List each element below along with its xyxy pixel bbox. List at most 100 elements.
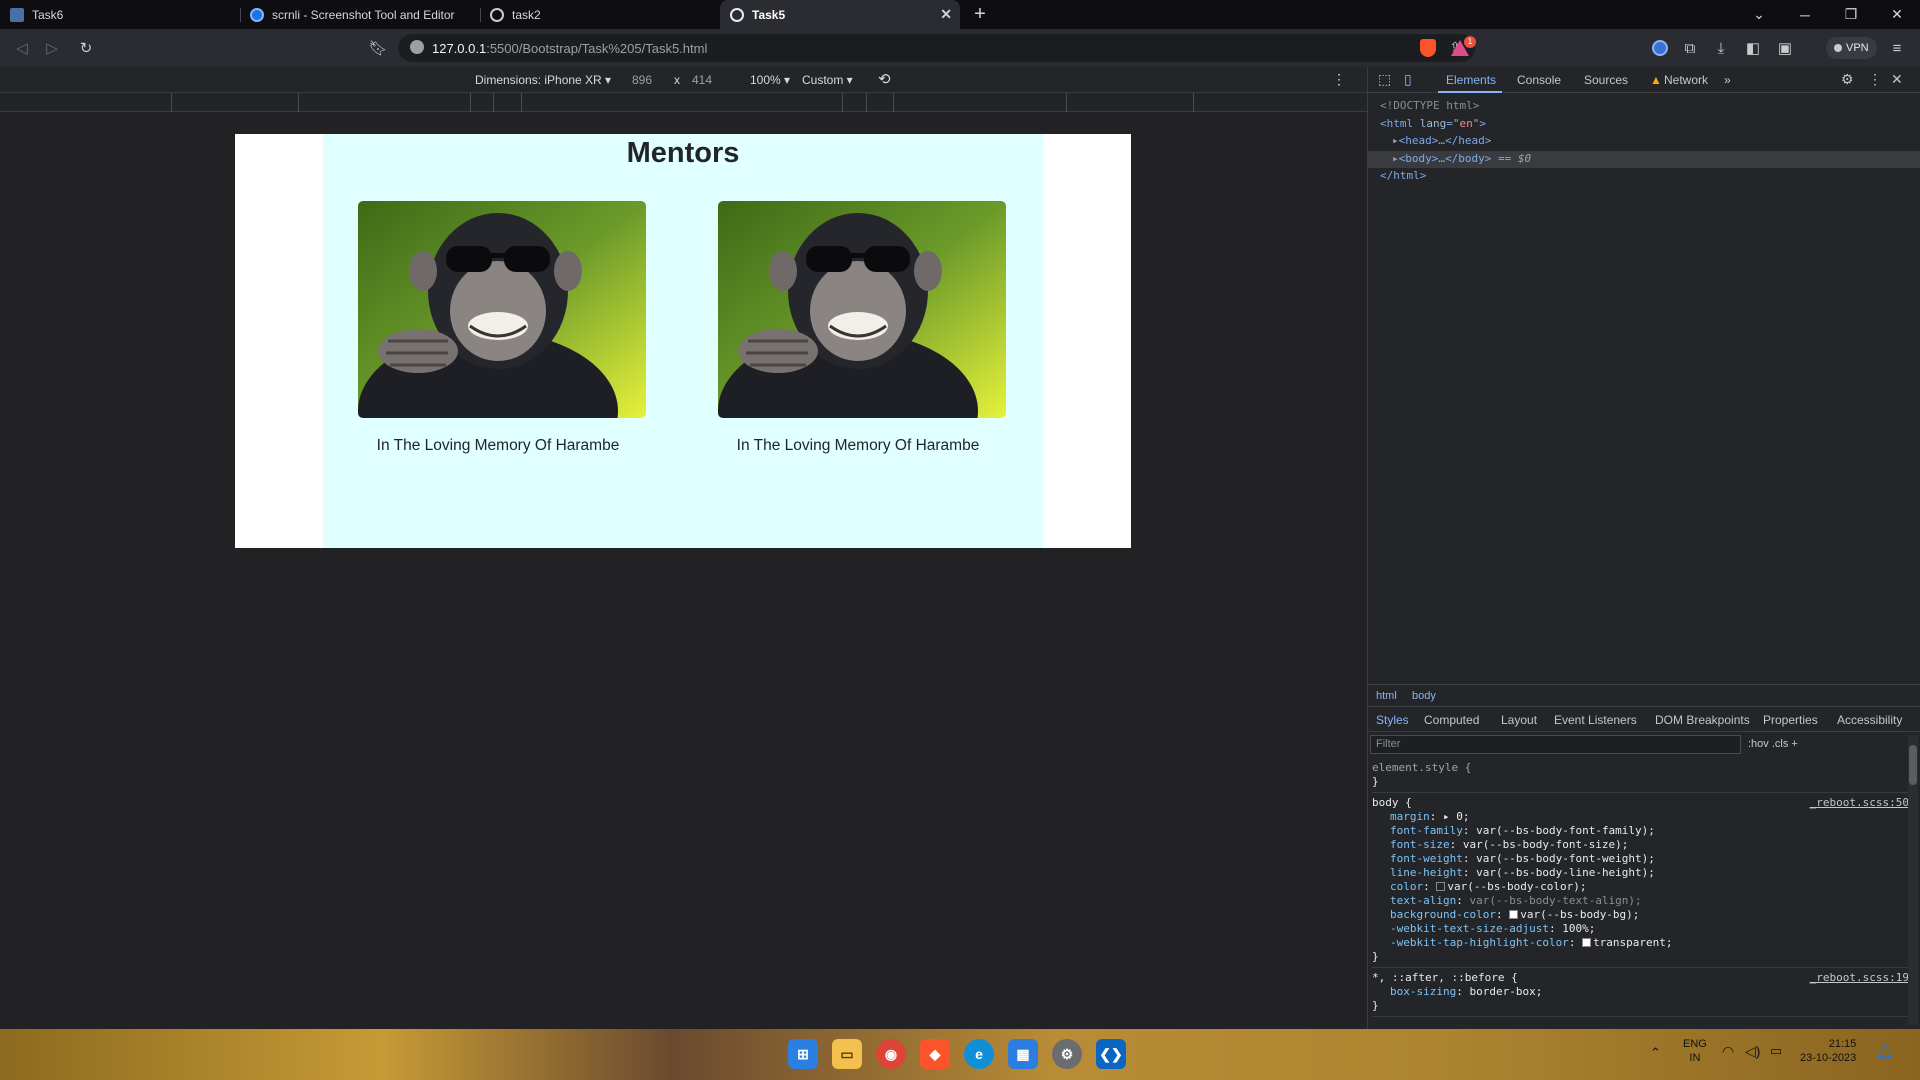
tab-network[interactable]: Network: [1664, 73, 1708, 87]
color-swatch[interactable]: [1582, 938, 1592, 947]
battery-icon[interactable]: ▭: [1770, 1043, 1782, 1059]
universal-rule: *, ::after, ::before { _reboot.scss:19 b…: [1372, 971, 1917, 1017]
tab-styles[interactable]: Styles: [1376, 713, 1409, 727]
viewport-width-input[interactable]: 896: [632, 73, 652, 87]
more-options-icon[interactable]: ⋮: [1332, 71, 1346, 88]
chrome-icon[interactable]: ◉: [876, 1039, 906, 1069]
dom-tree: <!DOCTYPE html> <html lang="en"> ▸<head>…: [1368, 97, 1920, 185]
device-toggle-icon[interactable]: ▯: [1404, 71, 1412, 88]
address-bar[interactable]: 127.0.0.1:5500/Bootstrap/Task%205/Task5.…: [398, 34, 1475, 62]
expand-arrow-icon: ▸: [1392, 134, 1399, 147]
rotate-icon[interactable]: ⟲: [878, 70, 891, 88]
more-tabs-icon[interactable]: »: [1724, 73, 1731, 87]
viewport-area: Mentors In The Loving Memory Of Harambe …: [0, 112, 1367, 1029]
mentor-card: In The Loving Memory Of Harambe: [718, 201, 1006, 455]
back-icon[interactable]: ◁: [12, 38, 32, 58]
devtools-menu-icon[interactable]: ⋮: [1868, 71, 1882, 88]
edge-icon[interactable]: e: [964, 1039, 994, 1069]
close-window-icon[interactable]: ✕: [1874, 0, 1920, 29]
restore-icon[interactable]: ❐: [1828, 0, 1874, 29]
rule-source-link[interactable]: _reboot.scss:50: [1810, 796, 1909, 810]
element-style-rule: element.style { }: [1372, 761, 1917, 793]
zoom-select[interactable]: 100% ▾: [750, 73, 790, 87]
vscode-icon[interactable]: ❮❯: [1096, 1039, 1126, 1069]
extension-scrnli-icon[interactable]: [1650, 38, 1670, 58]
filter-tools[interactable]: :hov .cls +: [1748, 738, 1798, 750]
html-node[interactable]: <html lang="en">: [1380, 115, 1920, 133]
minimize-icon[interactable]: ─: [1782, 0, 1828, 29]
settings-icon[interactable]: ⚙: [1052, 1039, 1082, 1069]
language-indicator[interactable]: ENG IN: [1683, 1037, 1707, 1065]
start-windows-icon[interactable]: ⊞: [788, 1039, 818, 1069]
tab-title: task2: [512, 7, 541, 22]
site-info-icon[interactable]: [410, 40, 424, 54]
tab-sources[interactable]: Sources: [1584, 73, 1628, 87]
tab-console[interactable]: Console: [1517, 73, 1561, 87]
styles-scrollbar[interactable]: [1908, 735, 1918, 1025]
clock[interactable]: 21:15 23-10-2023: [1800, 1037, 1856, 1065]
scrollbar-thumb[interactable]: [1909, 745, 1917, 785]
settings-gear-icon[interactable]: ⚙: [1841, 71, 1854, 88]
tab-layout[interactable]: Layout: [1501, 713, 1537, 727]
tray-chevron-icon[interactable]: ⌃: [1650, 1045, 1661, 1061]
wallet-icon[interactable]: ▣: [1775, 38, 1795, 58]
menu-icon[interactable]: ≡: [1887, 38, 1907, 58]
vpn-button[interactable]: VPN: [1826, 37, 1877, 59]
new-tab-button[interactable]: +: [966, 0, 994, 29]
tab-task5[interactable]: Task5 ✕: [720, 0, 960, 29]
downloads-icon[interactable]: ⤓: [1711, 38, 1731, 58]
breadcrumb-body[interactable]: body: [1412, 690, 1436, 702]
tab-computed[interactable]: Computed: [1424, 713, 1479, 727]
browser-tab-strip: Task6 scrnli - Screenshot Tool and Edito…: [0, 0, 1920, 29]
color-swatch[interactable]: [1436, 882, 1446, 891]
notification-bell-icon[interactable]: 🔔︎: [1876, 1043, 1894, 1060]
tab-scrnli[interactable]: scrnli - Screenshot Tool and Editor: [240, 0, 480, 29]
tab-list-chevron-icon[interactable]: ⌄: [1736, 0, 1782, 29]
tab-event-listeners[interactable]: Event Listeners: [1554, 713, 1637, 727]
tab-title: scrnli - Screenshot Tool and Editor: [272, 7, 455, 22]
throttle-select[interactable]: Custom ▾: [802, 73, 853, 87]
tab-task2[interactable]: task2: [480, 0, 720, 29]
windows-taskbar: ⊞ ▭ ◉ ◆ e ▦ ⚙ ❮❯ ⌃ ENG IN ◠ ◁) ▭ 21:15 2…: [0, 1029, 1920, 1080]
body-node[interactable]: ▸<body>…</body> == $0: [1380, 150, 1920, 168]
vpn-label: VPN: [1846, 42, 1869, 54]
device-dimensions-select[interactable]: Dimensions: iPhone XR ▾: [475, 73, 611, 87]
tab-dom-breakpoints[interactable]: DOM Breakpoints: [1655, 713, 1750, 727]
sidebar-icon[interactable]: ◧: [1743, 38, 1763, 58]
styles-filter-input[interactable]: Filter: [1370, 735, 1741, 754]
ruler-tick: [1193, 93, 1194, 112]
tab-favicon-icon: [10, 7, 24, 22]
wifi-icon[interactable]: ◠: [1722, 1043, 1734, 1060]
tab-close-icon[interactable]: ✕: [940, 6, 952, 23]
color-swatch[interactable]: [1509, 910, 1519, 919]
reload-icon[interactable]: ↻: [76, 38, 96, 58]
tab-elements[interactable]: Elements: [1446, 73, 1496, 87]
active-tab-indicator: [1438, 91, 1502, 93]
viewport-height-input[interactable]: 414: [692, 73, 712, 87]
ruler-tick: [521, 93, 522, 112]
tab-accessibility[interactable]: Accessibility: [1837, 713, 1902, 727]
head-node[interactable]: ▸<head>…</head>: [1380, 132, 1920, 150]
tab-task6[interactable]: Task6: [0, 0, 240, 29]
bookmark-icon[interactable]: 🔖︎: [368, 38, 388, 58]
dimension-separator: x: [674, 73, 680, 87]
devtools-tabbar: ⬚ ▯ Elements Console Sources ▲ Network »…: [1368, 67, 1920, 93]
breadcrumb-html[interactable]: html: [1376, 690, 1397, 702]
store-icon[interactable]: ▦: [1008, 1039, 1038, 1069]
warning-icon: ▲: [1650, 73, 1662, 87]
brave-icon[interactable]: ◆: [920, 1039, 950, 1069]
tab-properties[interactable]: Properties: [1763, 713, 1818, 727]
forward-icon[interactable]: ▷: [42, 38, 62, 58]
extensions-puzzle-icon[interactable]: ⧉: [1680, 38, 1700, 58]
rule-source-link[interactable]: _reboot.scss:19: [1810, 971, 1909, 985]
volume-icon[interactable]: ◁): [1745, 1043, 1760, 1060]
inspect-element-icon[interactable]: ⬚: [1378, 71, 1391, 88]
file-explorer-icon[interactable]: ▭: [832, 1039, 862, 1069]
brave-shields-icon[interactable]: [1418, 38, 1438, 58]
mentor-card: In The Loving Memory Of Harambe: [358, 201, 646, 455]
close-devtools-icon[interactable]: ✕: [1891, 71, 1903, 88]
ruler-tick: [470, 93, 471, 112]
browser-toolbar: ◁ ▷ ↻ 🔖︎ 127.0.0.1:5500/Bootstrap/Task%2…: [0, 29, 1920, 67]
devtools-panel: ⬚ ▯ Elements Console Sources ▲ Network »…: [1367, 67, 1920, 1029]
url-host: 127.0.0.1: [432, 40, 487, 56]
